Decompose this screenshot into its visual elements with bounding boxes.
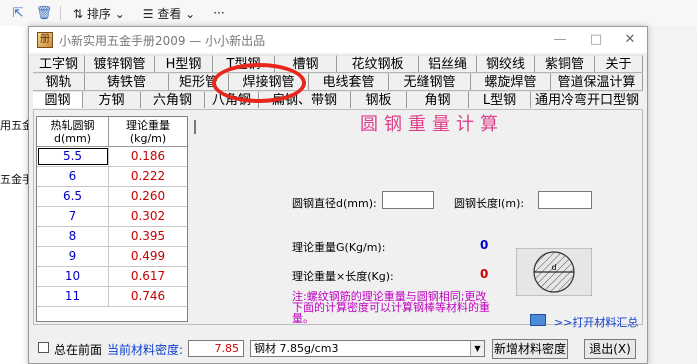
- column-header-weight: 理论重量 (kg/m): [126, 119, 170, 145]
- weight-value: 0: [480, 238, 489, 252]
- tab-insulation[interactable]: 管道保温计算: [551, 73, 643, 90]
- weight-cell[interactable]: 0.617: [109, 267, 187, 286]
- table-row[interactable]: 7 0.302: [37, 207, 187, 227]
- view-label: 查看: [157, 6, 182, 21]
- weight-cell[interactable]: 0.186: [109, 147, 187, 166]
- weight-cell[interactable]: 0.260: [109, 187, 187, 206]
- table-row[interactable]: 10 0.617: [37, 267, 187, 287]
- calc-note: 注:螺纹钢筋的理论重量与圆钢相同;更改下面的计算密度可以计算钢棒等材料的重量。: [292, 290, 490, 325]
- tab-strand[interactable]: 钢绞线: [477, 55, 535, 72]
- tab-copper-pipe[interactable]: 紫铜管: [535, 55, 595, 72]
- density-input[interactable]: 7.85: [188, 340, 244, 357]
- material-select[interactable]: 钢材 7.85g/cm3 ▼: [250, 340, 485, 357]
- file-item[interactable]: 五金手: [0, 171, 30, 187]
- tab-l-steel[interactable]: L型钢: [469, 91, 531, 108]
- table-row[interactable]: 5.5 0.186: [37, 147, 187, 167]
- explorer-file-list: 用五金 五金手: [0, 26, 30, 364]
- table-row[interactable]: 11 0.746: [37, 287, 187, 307]
- always-on-top-label: 总在前面: [54, 343, 103, 357]
- tab-rail[interactable]: 钢轨: [33, 73, 85, 90]
- sort-button[interactable]: ⇅ 排序 ⌄: [67, 5, 131, 22]
- weight-cell[interactable]: 0.302: [109, 207, 187, 226]
- length-label: 圆钢长度l(m):: [454, 197, 525, 210]
- share-icon[interactable]: ⇱: [8, 6, 28, 21]
- total-value: 0: [480, 267, 489, 281]
- column-header-diameter: 热轧圆钢 d(mm): [37, 117, 109, 146]
- tab-spiral-pipe[interactable]: 螺旋焊管: [471, 73, 551, 90]
- round-bar-diagram: d: [516, 248, 592, 296]
- sort-label: 排序: [86, 6, 111, 21]
- diameter-label: 圆钢直径d(mm):: [292, 197, 377, 210]
- open-summary-link[interactable]: >>打开材料汇总: [554, 314, 638, 330]
- tab-checker-plate[interactable]: 花纹钢板: [337, 55, 419, 72]
- diameter-cell[interactable]: 11: [37, 287, 109, 306]
- table-body: 5.5 0.186 6 0.222 6.5 0.260 7 0.302 8 0.395 9 0.499…: [37, 147, 187, 307]
- diameter-cell[interactable]: 9: [37, 247, 109, 266]
- tab-cast-iron-pipe[interactable]: 铸铁管: [85, 73, 169, 90]
- diameter-cell[interactable]: 8: [37, 227, 109, 246]
- calc-title: 圆钢重量计算: [360, 114, 504, 135]
- table-row[interactable]: 6 0.222: [37, 167, 187, 187]
- tab-i-beam[interactable]: 工字钢: [33, 55, 85, 72]
- table-row[interactable]: 8 0.395: [37, 227, 187, 247]
- close-button[interactable]: ✕: [613, 27, 647, 53]
- weight-table: 热轧圆钢 d(mm) 理论重量 (kg/m) 5.5 0.186 6 0.222 6.5 0.…: [36, 116, 188, 322]
- diameter-symbol: d: [551, 263, 556, 272]
- total-label: 理论重量×长度(Kg):: [292, 270, 394, 283]
- diameter-cell[interactable]: 6: [37, 167, 109, 186]
- diameter-cell[interactable]: 6.5: [37, 187, 109, 206]
- tab-cold-formed[interactable]: 通用冷弯开口型钢: [531, 91, 643, 108]
- title-bar[interactable]: 册 小新实用五金手册2009 — 小小新出品 — □ ✕: [29, 27, 647, 53]
- maximize-button[interactable]: □: [579, 27, 613, 53]
- diameter-cell[interactable]: 10: [37, 267, 109, 286]
- weight-label: 理论重量G(Kg/m):: [292, 241, 386, 254]
- tab-round-bar[interactable]: 圆钢: [33, 91, 83, 108]
- diameter-cell[interactable]: 7: [37, 207, 109, 226]
- table-row[interactable]: 6.5 0.260: [37, 187, 187, 207]
- weight-cell[interactable]: 0.746: [109, 287, 187, 306]
- minimize-button[interactable]: —: [543, 27, 577, 53]
- tab-wire-rope[interactable]: 铝丝绳: [419, 55, 477, 72]
- explorer-toolbar: ⇱ 🗑 ⇅ 排序 ⌄ ☰ 查看 ⌄ ···: [0, 0, 697, 26]
- tab-angle-steel[interactable]: 角钢: [407, 91, 469, 108]
- tab-h-beam[interactable]: H型钢: [155, 55, 213, 72]
- chevron-down-icon[interactable]: ▼: [470, 341, 484, 356]
- material-select-value: 钢材 7.85g/cm3: [254, 342, 339, 355]
- weight-cell[interactable]: 0.395: [109, 227, 187, 246]
- tab-hex-bar[interactable]: 六角钢: [141, 91, 205, 108]
- window-title: 小新实用五金手册2009 — 小小新出品: [59, 33, 266, 48]
- file-item[interactable]: 用五金: [0, 117, 30, 133]
- exit-button[interactable]: 退出(X): [584, 339, 636, 359]
- weight-cell[interactable]: 0.222: [109, 167, 187, 186]
- more-button[interactable]: ···: [207, 6, 230, 20]
- app-icon: 册: [37, 32, 53, 48]
- diameter-input[interactable]: [382, 191, 434, 209]
- density-label: 当前材料密度:: [107, 343, 184, 357]
- tab-galvanized-pipe[interactable]: 镀锌钢管: [85, 55, 155, 72]
- length-input[interactable]: [538, 191, 592, 209]
- toolbar-separator: [60, 6, 61, 20]
- tab-about[interactable]: 关于: [595, 55, 643, 72]
- tab-row-1: 工字钢 镀锌钢管 H型钢 T型钢 槽钢 花纹钢板 铝丝绳 钢绞线 紫铜管 关于: [33, 55, 645, 72]
- table-scrollbar[interactable]: [194, 120, 196, 134]
- always-on-top-checkbox[interactable]: [38, 342, 49, 353]
- table-row[interactable]: 9 0.499: [37, 247, 187, 267]
- tab-square-bar[interactable]: 方钢: [83, 91, 141, 108]
- weight-cell[interactable]: 0.499: [109, 247, 187, 266]
- tab-row-2: 钢轨 铸铁管 矩形管 焊接钢管 电线套管 无缝钢管 螺旋焊管 管道保温计算: [33, 73, 645, 90]
- tab-conduit[interactable]: 电线套管: [309, 73, 389, 90]
- summary-icon: [530, 314, 546, 326]
- delete-icon[interactable]: 🗑: [34, 6, 54, 21]
- table-header: 热轧圆钢 d(mm) 理论重量 (kg/m): [37, 117, 187, 147]
- view-button[interactable]: ☰ 查看 ⌄: [137, 5, 201, 22]
- tab-steel-plate[interactable]: 钢板: [351, 91, 407, 108]
- add-density-button[interactable]: 新增材料密度: [492, 339, 568, 359]
- diameter-cell[interactable]: 5.5: [37, 147, 109, 166]
- highlight-annotation: [212, 63, 306, 103]
- tab-row-3: 圆钢 方钢 六角钢 八角钢 扁钢、带钢 钢板 角钢 L型钢 通用冷弯开口型钢: [33, 91, 645, 109]
- tab-seamless-pipe[interactable]: 无缝钢管: [389, 73, 471, 90]
